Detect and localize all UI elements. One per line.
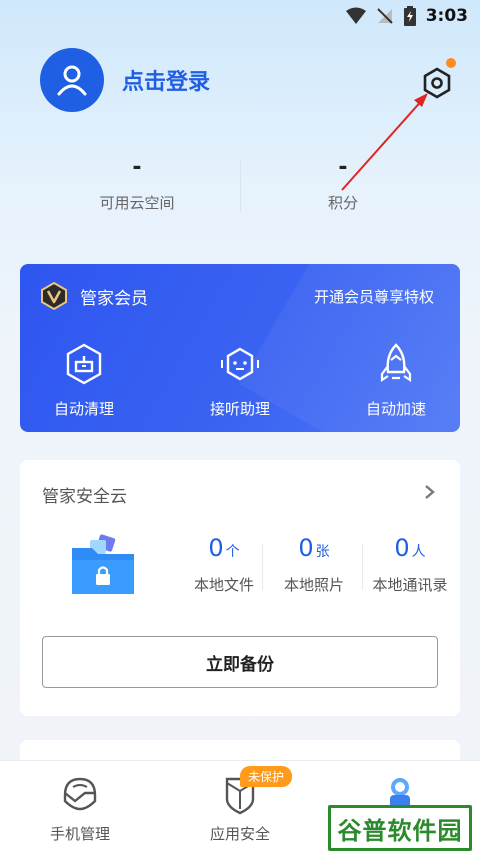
secure-folder-icon: [72, 534, 134, 594]
security-cloud-card: 管家安全云 0个 本地文件 0张 本地照片 0人 本地通讯录 立即备份: [20, 460, 460, 716]
clock: 3:03: [425, 6, 468, 26]
user-icon: [57, 65, 87, 96]
backup-now-button[interactable]: 立即备份: [42, 636, 438, 688]
cloud-space-label: 可用云空间: [99, 194, 175, 212]
feature-auto-clean[interactable]: 自动清理: [24, 342, 144, 419]
vip-card[interactable]: 管家会员 开通会员尊享特权 自动清理 接听助理 自动加速: [20, 264, 460, 432]
no-signal-icon: [376, 8, 393, 24]
stat-divider: [240, 160, 241, 212]
cloud-space-stat[interactable]: - 可用云空间: [37, 150, 237, 213]
gear-icon: [423, 67, 451, 99]
points-label: 积分: [327, 194, 358, 212]
local-photos-count: 0: [298, 534, 314, 562]
auto-clean-icon: [66, 343, 102, 385]
cloud-space-value: -: [132, 155, 142, 180]
feature-call-assistant-label: 接听助理: [209, 400, 270, 418]
local-photos-unit: 张: [315, 544, 330, 560]
nav-app-security-label: 应用安全: [209, 825, 270, 843]
local-files-unit: 个: [225, 544, 240, 560]
avatar[interactable]: [40, 48, 104, 112]
feature-auto-boost[interactable]: 自动加速: [336, 342, 456, 419]
feature-auto-boost-label: 自动加速: [365, 400, 426, 418]
wifi-icon: [345, 7, 366, 24]
helmet-icon: [63, 777, 97, 811]
unprotected-badge: 未保护: [240, 766, 293, 787]
local-photos-stat[interactable]: 0张 本地照片: [266, 532, 362, 595]
vip-title: 管家会员: [80, 288, 148, 309]
vip-promo-link[interactable]: 开通会员尊享特权: [314, 286, 434, 307]
notification-dot: [446, 58, 456, 68]
feature-call-assistant[interactable]: 接听助理: [180, 342, 300, 419]
local-contacts-stat[interactable]: 0人 本地通讯录: [362, 532, 458, 595]
chevron-right-icon[interactable]: [424, 484, 436, 500]
settings-button[interactable]: [418, 64, 456, 102]
call-assistant-icon: [221, 347, 259, 381]
vip-badge-icon: [41, 282, 67, 310]
local-files-count: 0: [208, 534, 224, 562]
local-contacts-unit: 人: [411, 544, 426, 560]
feature-auto-clean-label: 自动清理: [53, 400, 114, 418]
watermark-text: 谷普软件园: [337, 816, 463, 845]
vip-header: 管家会员: [40, 282, 148, 310]
local-files-label: 本地文件: [193, 576, 254, 594]
local-files-stat[interactable]: 0个 本地文件: [176, 532, 272, 595]
points-stat[interactable]: - 积分: [243, 150, 443, 213]
nav-phone-manage[interactable]: 手机管理: [10, 771, 150, 844]
site-watermark: 谷普软件园: [328, 805, 472, 851]
status-bar: 3:03: [0, 0, 480, 34]
local-photos-label: 本地照片: [283, 576, 344, 594]
local-contacts-label: 本地通讯录: [372, 576, 448, 594]
points-value: -: [338, 155, 348, 180]
nav-phone-manage-label: 手机管理: [49, 825, 110, 843]
battery-icon: [403, 6, 416, 26]
security-cloud-title: 管家安全云: [42, 487, 127, 507]
rocket-icon: [380, 343, 412, 383]
login-link[interactable]: 点击登录: [122, 64, 210, 96]
profile-header[interactable]: 点击登录: [40, 48, 210, 112]
local-contacts-count: 0: [394, 534, 410, 562]
